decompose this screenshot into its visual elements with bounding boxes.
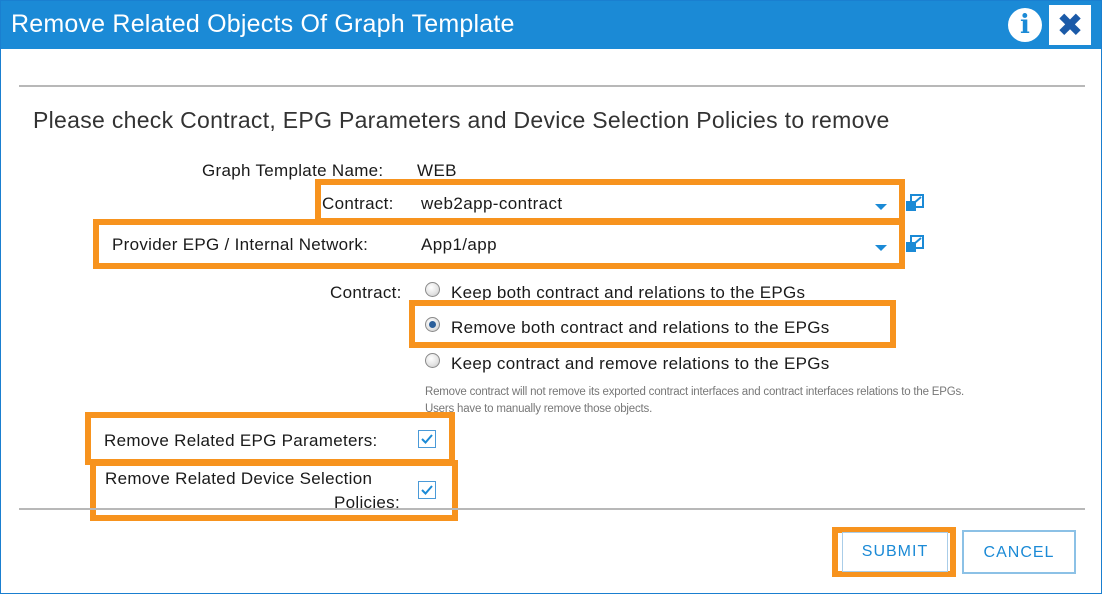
close-button[interactable]: ✖ (1049, 5, 1091, 45)
checkmark-icon (421, 485, 433, 495)
radio-keep-both[interactable] (425, 282, 440, 297)
submit-button[interactable]: SUBMIT (842, 532, 948, 572)
radio-keep-contract[interactable] (425, 353, 440, 368)
cancel-button[interactable]: CANCEL (962, 530, 1076, 574)
graph-template-name-value: WEB (417, 161, 457, 180)
device-policies-label-line1: Remove Related Device Selection (105, 469, 373, 488)
remove-related-objects-dialog: Remove Related Objects Of Graph Template… (0, 0, 1102, 594)
radio-remove-both[interactable] (425, 317, 440, 332)
provider-epg-select-value: App1/app (421, 235, 497, 254)
contract-label: Contract: (322, 194, 394, 213)
external-link-icon[interactable] (905, 235, 925, 255)
dropdown-arrow-icon[interactable] (875, 204, 887, 210)
contract-select[interactable]: web2app-contract (421, 194, 895, 218)
info-icon: i (1020, 10, 1030, 40)
remove-contract-note: Remove contract will not remove its expo… (425, 386, 965, 415)
dialog-title: Remove Related Objects Of Graph Template (11, 10, 515, 38)
radio-remove-both-label: Remove both contract and relations to th… (451, 318, 830, 337)
epg-params-checkbox[interactable] (418, 430, 436, 448)
external-link-icon[interactable] (905, 194, 925, 214)
contract-option-label: Contract: (330, 283, 402, 302)
dropdown-arrow-icon[interactable] (875, 245, 887, 251)
top-divider (19, 85, 1085, 87)
dialog-titlebar: Remove Related Objects Of Graph Template… (1, 1, 1101, 49)
graph-template-name-label: Graph Template Name: (202, 161, 384, 180)
provider-epg-select[interactable]: App1/app (421, 235, 895, 259)
close-icon: ✖ (1056, 6, 1084, 44)
contract-select-value: web2app-contract (421, 194, 563, 213)
bottom-divider (19, 508, 1085, 510)
checkmark-icon (421, 434, 433, 444)
info-button[interactable]: i (1008, 8, 1042, 42)
radio-keep-contract-label: Keep contract and remove relations to th… (451, 354, 830, 373)
provider-epg-label: Provider EPG / Internal Network: (112, 235, 369, 254)
device-policies-label-line2: Policies: (334, 493, 401, 512)
epg-params-label: Remove Related EPG Parameters: (104, 431, 378, 450)
dialog-heading: Please check Contract, EPG Parameters an… (33, 107, 890, 133)
device-policies-checkbox[interactable] (418, 481, 436, 499)
